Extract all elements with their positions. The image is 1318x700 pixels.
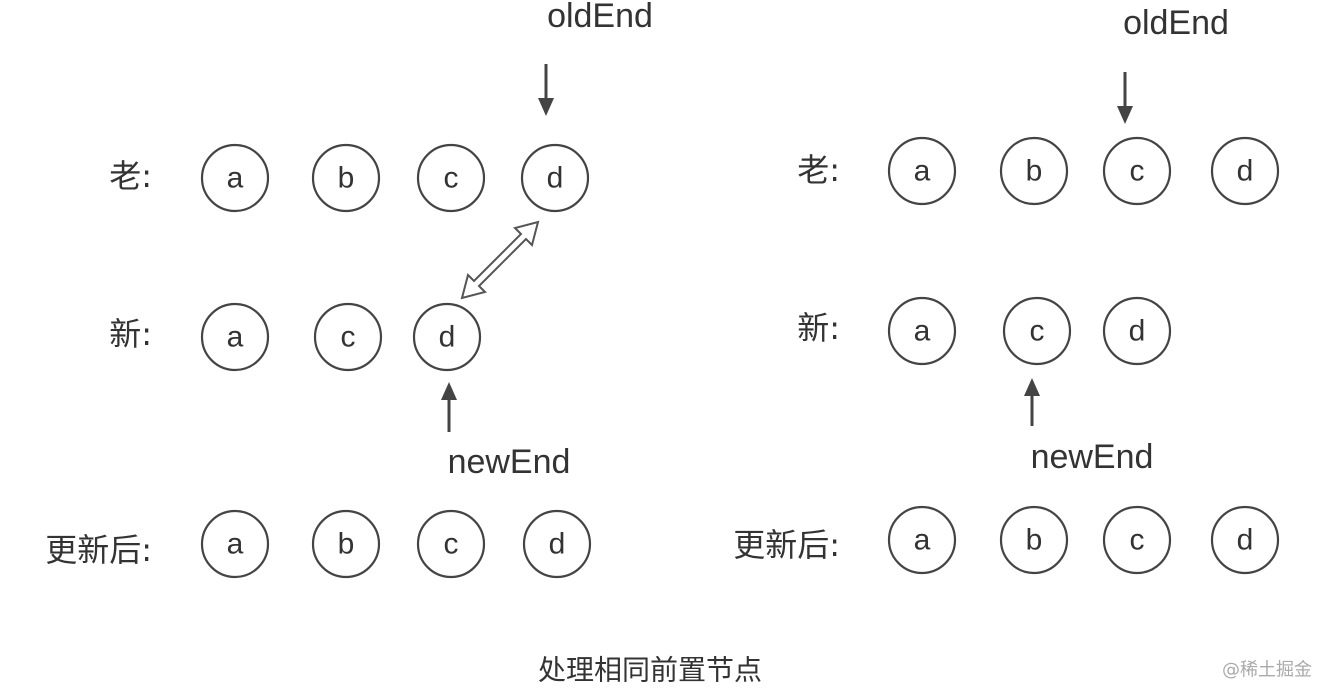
old-node: c: [1102, 136, 1172, 206]
left-panel: 老: 新: 更新后: a b c d a c d a b c d oldEnd …: [45, 0, 653, 579]
svg-text:c: c: [1130, 524, 1145, 557]
svg-text:d: d: [1237, 524, 1254, 557]
result-node: b: [311, 509, 381, 579]
svg-text:b: b: [1026, 155, 1043, 188]
new-end-up-arrow: [1024, 378, 1040, 426]
old-end-pointer-label: oldEnd: [1123, 4, 1229, 42]
old-row-label: 老:: [797, 151, 840, 189]
new-node: c: [313, 302, 383, 372]
result-node: b: [999, 505, 1069, 575]
new-end-pointer-label: newEnd: [448, 443, 571, 481]
result-node: d: [1210, 505, 1280, 575]
new-end-up-arrow: [441, 382, 457, 432]
new-node: a: [200, 302, 270, 372]
old-end-pointer-label: oldEnd: [547, 0, 653, 35]
old-node: b: [311, 143, 381, 213]
svg-text:d: d: [1129, 315, 1146, 348]
new-row-label: 新:: [797, 309, 840, 347]
new-node: d: [412, 302, 482, 372]
svg-text:b: b: [338, 162, 355, 195]
new-node: a: [887, 296, 957, 366]
result-row-label: 更新后:: [45, 531, 152, 569]
old-row-label: 老:: [109, 157, 152, 195]
svg-text:d: d: [439, 321, 456, 354]
new-end-pointer-label: newEnd: [1031, 438, 1154, 476]
new-node: c: [1002, 296, 1072, 366]
svg-text:c: c: [341, 321, 356, 354]
old-node: b: [999, 136, 1069, 206]
svg-text:b: b: [1026, 524, 1043, 557]
svg-text:c: c: [1030, 315, 1045, 348]
svg-text:a: a: [227, 528, 244, 561]
compare-double-arrow-icon: [460, 220, 540, 300]
right-panel: 老: 新: 更新后: a b c d a c d a b c d oldEnd …: [733, 4, 1280, 575]
old-node: d: [1210, 136, 1280, 206]
old-node: a: [887, 136, 957, 206]
result-row-label: 更新后:: [733, 526, 840, 564]
svg-text:a: a: [914, 155, 931, 188]
new-row-label: 新:: [109, 315, 152, 353]
result-node: a: [200, 509, 270, 579]
diagram-canvas: 老: 新: 更新后: a b c d a c d a b c d oldEnd …: [45, 0, 1312, 687]
result-node: c: [416, 509, 486, 579]
result-node: a: [887, 505, 957, 575]
old-node: d: [520, 143, 590, 213]
svg-text:d: d: [1237, 155, 1254, 188]
new-node: d: [1102, 296, 1172, 366]
svg-text:a: a: [227, 162, 244, 195]
svg-text:c: c: [444, 162, 459, 195]
svg-text:c: c: [444, 528, 459, 561]
svg-text:a: a: [914, 315, 931, 348]
old-node: c: [416, 143, 486, 213]
diagram-caption: 处理相同前置节点: [538, 654, 762, 687]
result-node: d: [522, 509, 592, 579]
old-end-down-arrow: [538, 64, 554, 116]
svg-text:c: c: [1130, 155, 1145, 188]
result-node: c: [1102, 505, 1172, 575]
svg-text:a: a: [227, 321, 244, 354]
svg-text:d: d: [549, 528, 566, 561]
svg-text:a: a: [914, 524, 931, 557]
watermark: @稀土掘金: [1222, 660, 1312, 681]
svg-text:d: d: [547, 162, 564, 195]
old-end-down-arrow: [1117, 72, 1133, 124]
svg-text:b: b: [338, 528, 355, 561]
old-node: a: [200, 143, 270, 213]
